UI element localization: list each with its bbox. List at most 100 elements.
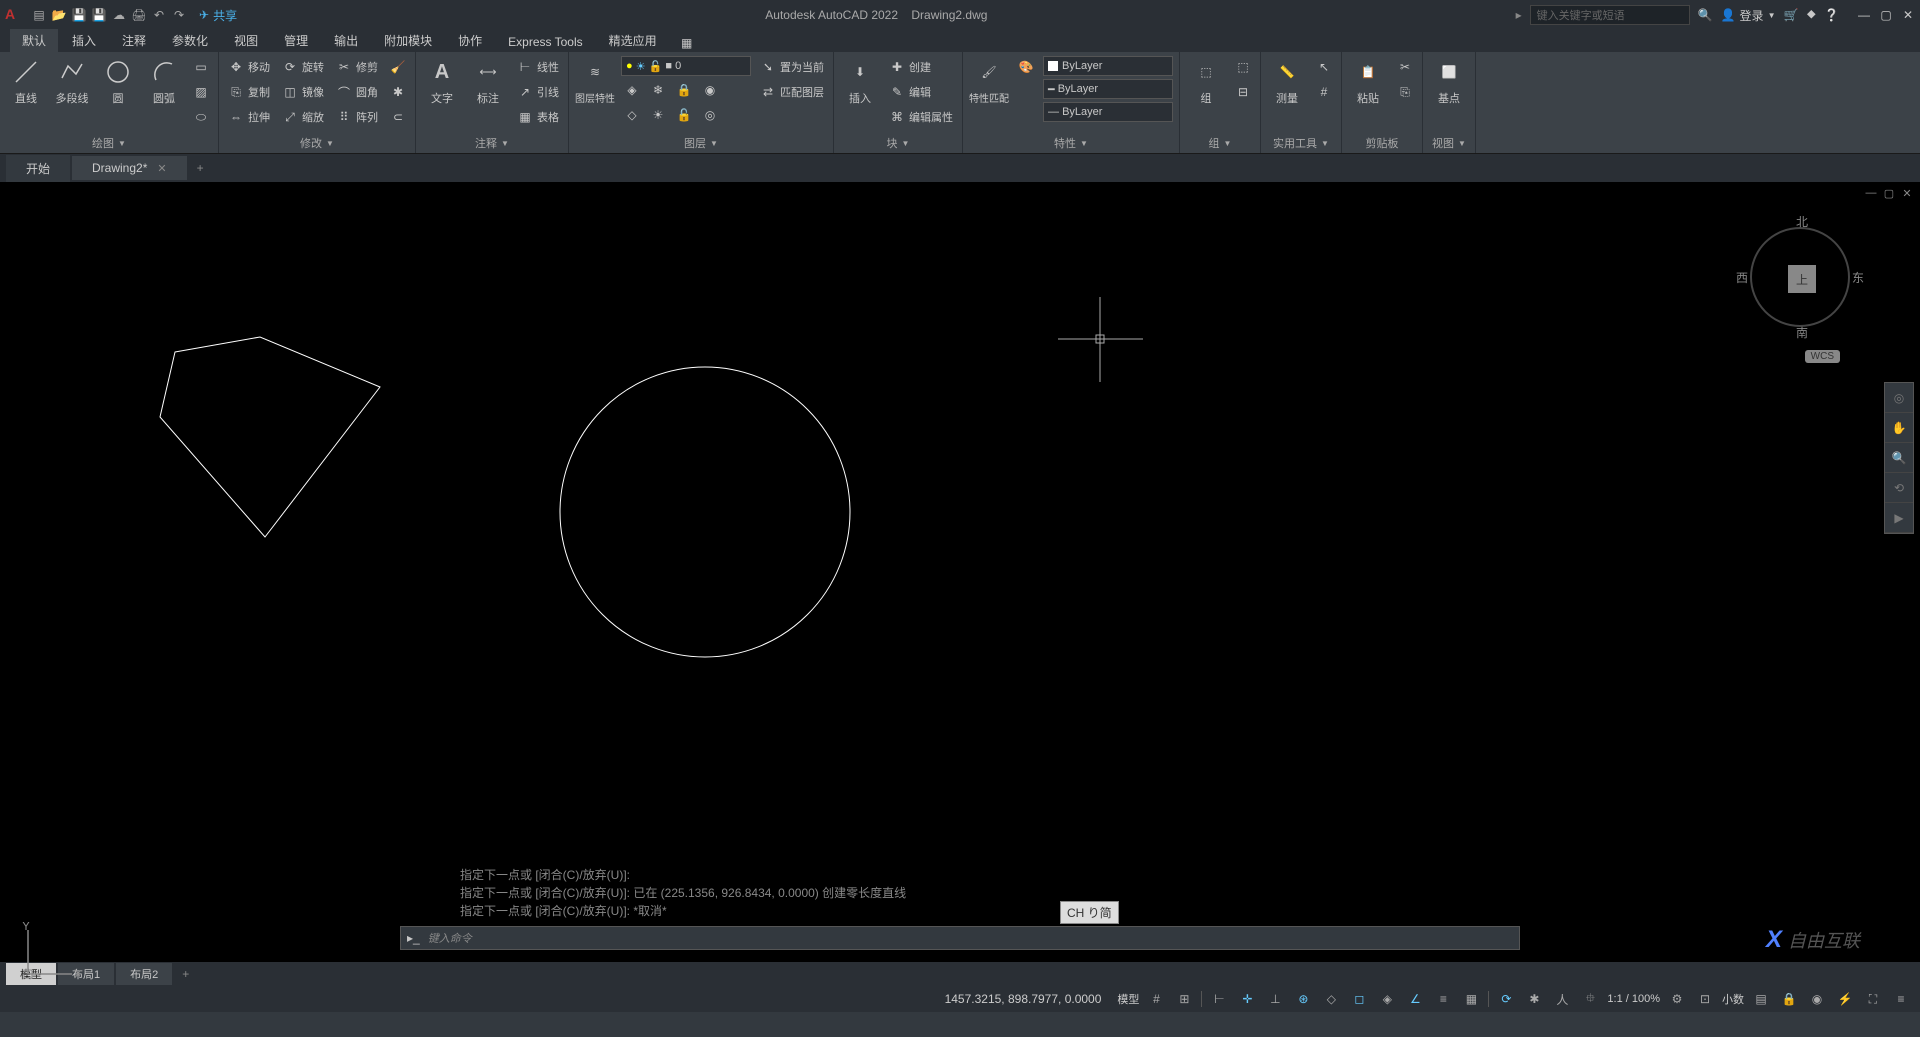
cube-top-face[interactable]: 上 [1788, 265, 1816, 293]
help-icon[interactable]: ❔ [1824, 8, 1839, 22]
command-line[interactable]: ▸_ 键入命令 [400, 926, 1520, 950]
polar-button[interactable]: ⊛ [1292, 989, 1314, 1009]
group-button[interactable]: ⬚ 组 [1186, 56, 1226, 106]
fillet-button[interactable]: ⌒圆角 [333, 81, 381, 103]
dynamic-input-button[interactable]: ✛ [1236, 989, 1258, 1009]
panel-properties-title[interactable]: 特性▼ [969, 133, 1173, 153]
isodraft-button[interactable]: ◇ [1320, 989, 1342, 1009]
line-button[interactable]: 直线 [6, 56, 46, 106]
customize-button[interactable]: ≡ [1890, 989, 1912, 1009]
panel-utilities-title[interactable]: 实用工具▼ [1267, 133, 1335, 153]
edit-block-button[interactable]: ✎编辑 [886, 81, 956, 103]
matchlayer-button[interactable]: ⇄匹配图层 [757, 81, 827, 103]
base-button[interactable]: ⬜ 基点 [1429, 56, 1469, 106]
panel-block-title[interactable]: 块▼ [840, 133, 956, 153]
layer-freeze-button[interactable]: ❄ [647, 79, 669, 101]
panel-annotation-title[interactable]: 注释▼ [422, 133, 562, 153]
units-button[interactable]: ⊡ [1694, 989, 1716, 1009]
stretch-button[interactable]: ⇔拉伸 [225, 106, 273, 128]
copy-clip-button[interactable]: ⎘ [1394, 81, 1416, 103]
isolate-button[interactable]: ◉ [1806, 989, 1828, 1009]
3dosnap-button[interactable]: ◈ [1376, 989, 1398, 1009]
trim-button[interactable]: ✂修剪 [333, 56, 381, 78]
offset-button[interactable]: ⊂ [387, 106, 409, 128]
app-switch-icon[interactable]: ⯁ [1806, 8, 1816, 23]
leader-button[interactable]: ↗引线 [514, 81, 562, 103]
filetab-close-icon[interactable]: ✕ [157, 162, 166, 175]
prop-match-button[interactable]: 🖌 特性匹配 [969, 56, 1009, 105]
linetype-combo[interactable]: — ByLayer [1043, 102, 1173, 122]
filetab-start[interactable]: 开始 [6, 155, 70, 182]
rotate-button[interactable]: ⟳旋转 [279, 56, 327, 78]
lineweight-button[interactable]: ≡ [1432, 989, 1454, 1009]
measure-button[interactable]: 📏 测量 [1267, 56, 1307, 106]
create-block-button[interactable]: ✚创建 [886, 56, 956, 78]
filetab-drawing[interactable]: Drawing2* ✕ [72, 156, 187, 180]
select-button[interactable]: ↖ [1313, 56, 1335, 78]
close-button[interactable]: ✕ [1901, 8, 1915, 22]
tab-default[interactable]: 默认 [10, 29, 58, 52]
compass-north[interactable]: 北 [1796, 213, 1808, 230]
panel-draw-title[interactable]: 绘图▼ [6, 133, 212, 153]
ungroup-button[interactable]: ⊟ [1232, 81, 1254, 103]
ellipse-button[interactable]: ⬭ [190, 106, 212, 128]
compass-west[interactable]: 西 [1736, 269, 1748, 286]
hatch-button[interactable]: ▨ [190, 81, 212, 103]
layer-lock-button[interactable]: 🔒 [673, 79, 695, 101]
scale-button[interactable]: ⤢缩放 [279, 106, 327, 128]
showmotion-button[interactable]: ▶ [1885, 503, 1913, 533]
insert-block-button[interactable]: ⬇ 插入 [840, 56, 880, 106]
vp-minimize-button[interactable]: — [1864, 186, 1878, 200]
layer-combo[interactable]: ● ☀ 🔓 ■ 0 [621, 56, 751, 76]
edit-attr-button[interactable]: ⌘编辑属性 [886, 106, 956, 128]
tab-manage[interactable]: 管理 [272, 29, 320, 52]
group-edit-button[interactable]: ⬚ [1232, 56, 1254, 78]
tab-annotate[interactable]: 注释 [110, 29, 158, 52]
maximize-button[interactable]: ▢ [1879, 8, 1893, 22]
full-nav-wheel-button[interactable]: ◎ [1885, 383, 1913, 413]
search-icon[interactable]: 🔍 [1698, 8, 1713, 22]
drawing-canvas[interactable]: — ▢ ✕ 上 北 南 东 西 WCS ◎ ✋ 🔍 ⟲ ▶ Y X 指定下一点或… [0, 182, 1920, 962]
lockui-button[interactable]: 🔒 [1778, 989, 1800, 1009]
layer-iso-button[interactable]: ◈ [621, 79, 643, 101]
polyline-button[interactable]: 多段线 [52, 56, 92, 106]
cut-button[interactable]: ✂ [1394, 56, 1416, 78]
tab-addins[interactable]: 附加模块 [372, 29, 444, 52]
workspace-button[interactable]: ⚙ [1666, 989, 1688, 1009]
saveas-icon[interactable]: 💾 [91, 7, 107, 23]
text-button[interactable]: A 文字 [422, 56, 462, 106]
panel-group-title[interactable]: 组▼ [1186, 133, 1254, 153]
color-combo[interactable]: ByLayer [1043, 56, 1173, 76]
linear-button[interactable]: ⊢线性 [514, 56, 562, 78]
share-button[interactable]: ✈ 共享 [199, 7, 237, 24]
snap-button[interactable]: ⊞ [1173, 989, 1195, 1009]
minimize-button[interactable]: — [1857, 8, 1871, 22]
circle-button[interactable]: 圆 [98, 56, 138, 106]
count-button[interactable]: # [1313, 81, 1335, 103]
tab-featured[interactable]: 精选应用 [597, 29, 669, 52]
model-space-button[interactable]: 模型 [1117, 989, 1139, 1009]
infer-button[interactable]: ⊢ [1208, 989, 1230, 1009]
search-box[interactable]: 键入关键字或短语 [1530, 5, 1690, 25]
units-display[interactable]: 小数 [1722, 991, 1744, 1007]
annotation-monitor-button[interactable]: ✱ [1523, 989, 1545, 1009]
mirror-button[interactable]: ◫镜像 [279, 81, 327, 103]
new-icon[interactable]: ▤ [31, 7, 47, 23]
cleanscreen-button[interactable]: ⛶ [1862, 989, 1884, 1009]
osnap-button[interactable]: ◻ [1348, 989, 1370, 1009]
setcurrent-button[interactable]: ➘置为当前 [757, 56, 827, 78]
tab-collab[interactable]: 协作 [446, 29, 494, 52]
otrack-button[interactable]: ∠ [1404, 989, 1426, 1009]
layout2-tab[interactable]: 布局2 [116, 963, 172, 985]
move-button[interactable]: ✥移动 [225, 56, 273, 78]
quickprops-button[interactable]: ▤ [1750, 989, 1772, 1009]
webmobile-icon[interactable]: ☁ [111, 7, 127, 23]
color-wheel-button[interactable]: 🎨 [1015, 56, 1037, 78]
layer-off-button[interactable]: ◉ [699, 79, 721, 101]
selection-cycle-button[interactable]: ⟳ [1495, 989, 1517, 1009]
tab-output[interactable]: 输出 [322, 29, 370, 52]
tab-expresstools[interactable]: Express Tools [496, 32, 594, 52]
lineweight-combo[interactable]: ━ ByLayer [1043, 79, 1173, 99]
explode-button[interactable]: ✱ [387, 81, 409, 103]
compass-east[interactable]: 东 [1852, 269, 1864, 286]
